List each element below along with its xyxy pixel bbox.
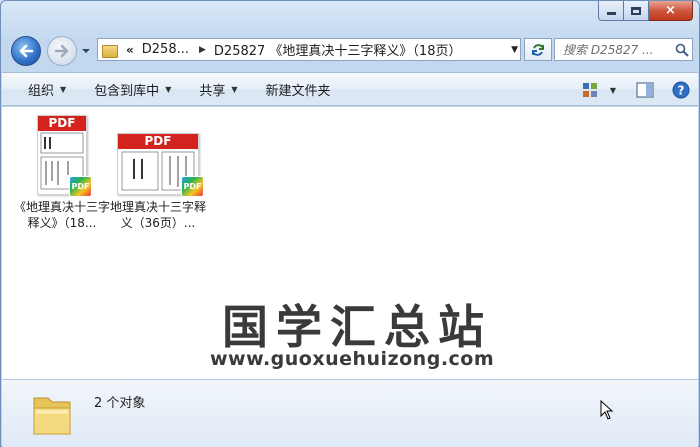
caption-buttons: × — [598, 1, 693, 21]
address-dropdown-icon[interactable]: ▼ — [511, 45, 518, 55]
explorer-window: × « D258... ▶ D25827 《地理真决十三字释义》（18页） ▼ — [0, 0, 700, 447]
arrow-left-icon — [19, 44, 34, 58]
change-view-button[interactable]: ▼ — [582, 82, 616, 98]
file-item[interactable]: PDF PDF 地理真决十三字释义（36页）... — [110, 115, 206, 231]
folder-icon — [102, 43, 118, 58]
search-icon[interactable] — [672, 43, 692, 57]
search-placeholder: 搜索 D25827 ... — [563, 43, 654, 57]
new-folder-label: 新建文件夹 — [265, 83, 331, 99]
minimize-icon — [606, 12, 616, 15]
chevron-down-icon: ▼ — [60, 84, 67, 94]
maximize-button[interactable] — [624, 1, 649, 21]
maximize-icon — [631, 6, 641, 15]
command-bar: 组织 ▼ 包含到库中 ▼ 共享 ▼ 新建文件夹 ▼ ? — [2, 72, 698, 106]
refresh-button[interactable] — [524, 38, 552, 61]
close-button[interactable]: × — [649, 1, 693, 21]
navigation-bar: « D258... ▶ D25827 《地理真决十三字释义》（18页） ▼ 搜索… — [9, 33, 693, 67]
breadcrumb-current[interactable]: D25827 《地理真决十三字释义》（18页） — [210, 40, 468, 59]
address-bar[interactable]: « D258... ▶ D25827 《地理真决十三字释义》（18页） ▼ — [97, 38, 521, 61]
arrow-right-icon — [54, 44, 69, 58]
refresh-icon — [532, 43, 544, 56]
file-item[interactable]: PDF PDF 《地理真决十三字释义》（18... — [14, 115, 110, 231]
forward-button[interactable] — [47, 36, 77, 66]
preview-pane-icon — [636, 82, 654, 98]
folder-icon — [33, 397, 71, 435]
chevron-down-icon: ▼ — [231, 84, 238, 94]
preview-pane-button[interactable] — [636, 82, 654, 98]
breadcrumb-separator-icon[interactable]: ▶ — [195, 45, 210, 55]
address-overflow-chevrons[interactable]: « — [126, 43, 138, 57]
file-name: 《地理真决十三字释义》（18... — [14, 200, 111, 230]
close-icon: × — [665, 3, 676, 18]
file-name: 地理真决十三字释义（36页）... — [110, 200, 207, 230]
chevron-down-icon: ▼ — [165, 84, 172, 94]
recent-pages-dropdown-icon[interactable] — [81, 46, 91, 56]
pdf-thumbnail: PDF PDF — [117, 133, 204, 197]
svg-text:?: ? — [678, 84, 685, 98]
pdf-thumbnail: PDF PDF — [37, 115, 92, 197]
view-grid-icon — [582, 83, 597, 97]
item-count: 2 个对象 — [94, 396, 146, 411]
pdf-label: PDF — [38, 116, 86, 131]
help-button[interactable]: ? — [672, 81, 690, 99]
share-label: 共享 — [199, 83, 226, 99]
mouse-cursor-icon — [600, 400, 614, 420]
file-list-view[interactable]: PDF PDF 《地理真决十三字释义》（18... PDF PDF 地理真决十三… — [2, 107, 698, 379]
new-folder-button[interactable]: 新建文件夹 — [252, 72, 345, 106]
pdf-label: PDF — [118, 134, 198, 149]
view-controls: ▼ ? — [582, 73, 690, 107]
organize-label: 组织 — [28, 83, 55, 99]
organize-menu[interactable]: 组织 ▼ — [2, 72, 80, 106]
help-icon: ? — [672, 81, 690, 99]
pdf-app-badge-icon: PDF — [69, 176, 92, 197]
pdf-app-badge-icon: PDF — [181, 176, 204, 197]
search-input[interactable]: 搜索 D25827 ... — [554, 38, 693, 61]
share-menu[interactable]: 共享 ▼ — [185, 72, 251, 106]
minimize-button[interactable] — [598, 1, 624, 21]
include-library-label: 包含到库中 — [94, 83, 160, 99]
breadcrumb-parent[interactable]: D258... — [138, 42, 195, 57]
watermark-url: www.guoxuehuizong.com — [210, 348, 495, 370]
chevron-down-icon[interactable]: ▼ — [610, 86, 616, 95]
include-in-library-menu[interactable]: 包含到库中 ▼ — [80, 72, 185, 106]
details-pane: 2 个对象 — [2, 379, 698, 447]
back-button[interactable] — [11, 36, 41, 66]
